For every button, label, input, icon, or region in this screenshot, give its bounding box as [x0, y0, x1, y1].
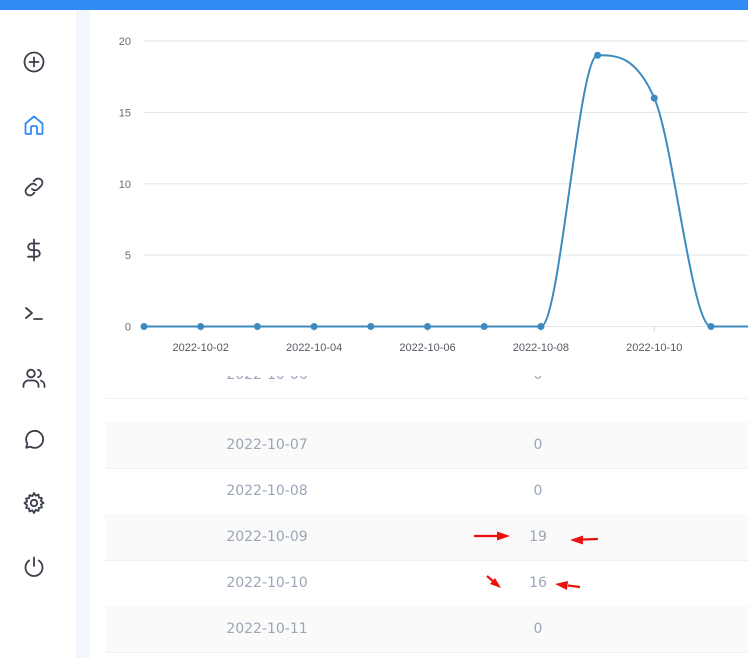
row-count: 16 — [529, 575, 547, 591]
row-date: 2022-10-06 — [167, 376, 367, 398]
x-tick-label: 2022-10-02 — [173, 342, 229, 354]
x-tick-label: 2022-10-08 — [513, 342, 569, 354]
data-point — [310, 323, 318, 330]
data-point — [650, 94, 658, 102]
daily-clicks-chart: 0 5 10 15 20 2022-10-02 2022-10-04 2022-10-06 20… — [119, 36, 748, 354]
data-point — [424, 323, 431, 330]
row-date: 2022-10-07 — [226, 437, 308, 453]
table-row: 2022-10-10 16 — [105, 560, 748, 607]
x-tick-label: 2022-10-10 — [626, 342, 682, 354]
row-date: 2022-10-09 — [226, 529, 308, 545]
table-row: 2022-10-09 19 — [105, 514, 748, 561]
row-count: 0 — [533, 483, 543, 499]
table-row: 2022-10-08 0 — [105, 468, 748, 515]
table-row: 2022-10-07 0 — [105, 422, 748, 469]
sidebar-item-settings[interactable] — [16, 485, 52, 521]
data-point — [367, 323, 375, 330]
row-count: 19 — [529, 529, 547, 545]
data-point — [480, 323, 488, 330]
data-point — [140, 323, 148, 330]
y-tick-label: 20 — [119, 36, 131, 48]
data-point — [594, 51, 602, 59]
series-line — [144, 54, 748, 328]
data-point — [707, 323, 715, 330]
y-tick-label: 10 — [119, 179, 131, 191]
y-tick-label: 15 — [119, 107, 131, 119]
row-date: 2022-10-11 — [226, 621, 308, 637]
data-point — [537, 323, 545, 330]
row-date: 2022-10-08 — [226, 483, 308, 499]
sidebar-item-messages[interactable] — [16, 422, 52, 458]
row-count: 0 — [488, 376, 588, 398]
data-point — [197, 323, 205, 330]
y-tick-label: 5 — [125, 250, 131, 262]
data-point — [253, 323, 261, 330]
power-icon — [24, 556, 44, 577]
daily-stats-table: 2022-10-06 0 2022-10-07 0 2022-10-08 0 2… — [105, 376, 748, 658]
settings-icon — [23, 492, 45, 514]
row-count: 0 — [533, 437, 543, 453]
sidebar-item-logout[interactable] — [16, 549, 52, 585]
row-date: 2022-10-10 — [226, 575, 308, 591]
y-tick-label: 0 — [125, 322, 131, 334]
table-row: 2022-10-06 0 — [105, 376, 748, 399]
x-tick-label: 2022-10-04 — [286, 342, 342, 354]
table-row: 2022-10-11 0 — [105, 606, 748, 653]
chat-icon — [25, 429, 44, 449]
row-count: 0 — [533, 621, 543, 637]
x-tick-label: 2022-10-06 — [399, 342, 455, 354]
